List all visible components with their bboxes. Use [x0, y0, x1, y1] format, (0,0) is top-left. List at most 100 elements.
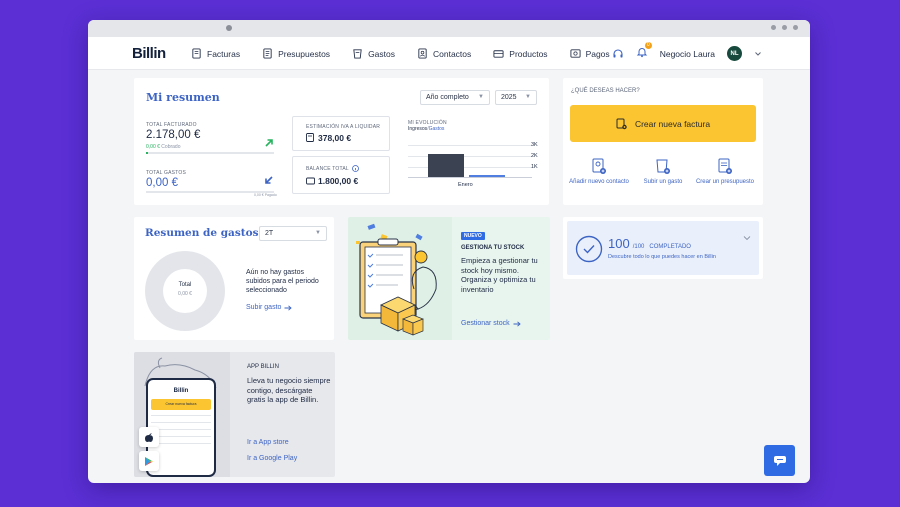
completion-score: 100	[608, 236, 630, 251]
arrow-right-icon	[284, 304, 293, 311]
billin-logo[interactable]: Billin	[132, 45, 166, 62]
top-navigation: Billin Facturas Presupuestos Gastos Cont…	[88, 37, 810, 70]
iva-box: ESTIMACIÓN IVA A LIQUIDAR 378,00 €	[292, 116, 390, 151]
stock-promo-card: NUEVO GESTIONA TU STOCK Empieza a gestio…	[348, 217, 550, 340]
legend-ingresos: Ingresos	[408, 126, 428, 132]
google-play-link[interactable]: Ir a Google Play	[247, 455, 297, 462]
invoice-icon	[192, 48, 201, 59]
add-contact-action[interactable]: Añadir nuevo contacto	[569, 158, 629, 185]
year-value: 2025	[501, 94, 517, 101]
nav-item-pagos[interactable]: Pagos	[570, 48, 610, 59]
nav-item-contactos[interactable]: Contactos	[417, 48, 471, 59]
expenses-empty-text: Aún no hay gastos subidos para el period…	[246, 269, 319, 294]
legend-gastos: Gastos	[428, 126, 445, 132]
payments-icon	[570, 49, 581, 58]
window-titlebar	[88, 20, 810, 37]
create-invoice-label: Crear nueva factura	[634, 118, 711, 129]
chevron-down-icon: ▼	[525, 94, 531, 100]
quote-add-icon	[718, 158, 732, 174]
chevron-down-icon[interactable]	[754, 50, 762, 58]
x-tick: Enero	[458, 182, 473, 188]
nav-label: Facturas	[207, 48, 241, 59]
summary-card: Mi resumen Año completo ▼ 2025 ▼ TOTAL F…	[134, 78, 549, 205]
window-controls	[771, 25, 798, 30]
arrow-up-right-icon	[265, 139, 273, 147]
app-promo-card: Billin Crear nueva factura APP BILLIN Ll…	[134, 352, 335, 477]
new-badge: NUEVO	[461, 232, 485, 240]
chevron-down-icon: ▼	[478, 94, 484, 100]
nav-item-gastos[interactable]: Gastos	[352, 48, 395, 59]
nav-item-productos[interactable]: Productos	[493, 48, 548, 59]
summary-title: Mi resumen	[146, 91, 220, 104]
camera-dot	[226, 25, 232, 31]
total-facturado-label: TOTAL FACTURADO	[146, 122, 197, 128]
nav-label: Presupuestos	[278, 48, 331, 59]
profile-completion-card[interactable]: 100 /100 COMPLETADO Descubre todo lo que…	[563, 217, 763, 279]
avatar[interactable]: NL	[727, 46, 742, 61]
info-icon[interactable]	[352, 165, 359, 172]
balance-box: BALANCE TOTAL 1.800,00 €	[292, 156, 390, 194]
upload-expense-link-label: Subir gasto	[246, 304, 282, 311]
calculator-icon	[306, 133, 314, 142]
period-select[interactable]: Año completo ▼	[420, 90, 490, 105]
quarter-value: 2T	[265, 230, 274, 237]
nav-item-facturas[interactable]: Facturas	[191, 48, 240, 59]
cobrado-line: 0,00 € Cobrado	[146, 144, 180, 150]
year-select[interactable]: 2025 ▼	[495, 90, 537, 105]
chevron-down-icon[interactable]	[743, 235, 751, 241]
donut-total-label: Total	[178, 282, 192, 288]
y-tick: 2K	[531, 153, 538, 159]
wallet-icon	[306, 177, 315, 185]
google-play-badge[interactable]	[139, 451, 159, 471]
expenses-summary-card: Resumen de gastos 2T ▼ Total 0,00 € Aún …	[134, 217, 334, 340]
add-contact-label: Añadir nuevo contacto	[569, 179, 629, 185]
apple-icon	[145, 432, 153, 442]
arrow-down-left-icon	[265, 176, 273, 184]
headset-icon[interactable]	[612, 48, 624, 60]
expense-add-icon	[656, 159, 670, 174]
chart-bar-gastos	[469, 175, 505, 177]
upload-expense-action[interactable]: Subir un gasto	[633, 158, 693, 185]
iva-label: ESTIMACIÓN IVA A LIQUIDAR	[306, 124, 381, 130]
create-quote-action[interactable]: Crear un presupuesto	[695, 158, 755, 185]
cobrado-amount: 0,00 €	[146, 144, 160, 150]
iva-amount: 378,00 €	[318, 133, 352, 143]
quote-icon	[263, 48, 272, 59]
create-invoice-button[interactable]: Crear nueva factura	[570, 105, 756, 142]
phone-logo: Billin	[173, 388, 189, 394]
stock-illustration	[348, 217, 452, 340]
products-icon	[493, 50, 504, 58]
y-tick: 1K	[531, 164, 538, 170]
nav-item-presupuestos[interactable]: Presupuestos	[262, 48, 330, 59]
chat-button[interactable]	[764, 445, 795, 476]
browser-window: Billin Facturas Presupuestos Gastos Cont…	[88, 20, 810, 483]
completion-total: /100	[632, 244, 645, 250]
contacts-icon	[418, 48, 427, 59]
user-name[interactable]: Negocio Laura	[660, 49, 715, 59]
pagado-label: 0,00 € Pagado	[254, 193, 277, 197]
upload-expense-link[interactable]: Subir gasto	[246, 304, 293, 311]
quick-actions-heading: ¿QUÉ DESEAS HACER?	[571, 88, 640, 94]
donut-total-amount: 0,00 €	[178, 291, 192, 297]
total-gastos-amount: 0,00 €	[146, 177, 178, 189]
arrow-right-icon	[513, 320, 521, 327]
expenses-donut: Total 0,00 €	[145, 251, 225, 331]
app-store-badge[interactable]	[139, 427, 159, 447]
notification-badge: 0	[644, 41, 652, 49]
quick-actions-card: ¿QUÉ DESEAS HACER? Crear nueva factura A…	[563, 78, 763, 205]
chevron-down-icon: ▼	[315, 230, 321, 236]
balance-label: BALANCE TOTAL	[306, 165, 349, 172]
manage-stock-link[interactable]: Gestionar stock	[461, 320, 521, 327]
main-menu: Facturas Presupuestos Gastos Contactos P…	[191, 37, 632, 70]
user-area: 0 Negocio Laura NL	[612, 37, 762, 70]
app-store-link[interactable]: Ir a App store	[247, 439, 289, 446]
expense-icon	[353, 49, 362, 59]
notifications-button[interactable]: 0	[636, 41, 652, 63]
phone-create-button: Crear nueva factura	[151, 399, 211, 410]
period-value: Año completo	[426, 94, 469, 101]
balance-amount: 1.800,00 €	[318, 176, 359, 186]
cobrado-label: Cobrado	[161, 144, 181, 150]
quarter-select[interactable]: 2T ▼	[259, 226, 327, 241]
upload-expense-label: Subir un gasto	[643, 179, 683, 185]
contact-add-icon	[592, 158, 606, 174]
